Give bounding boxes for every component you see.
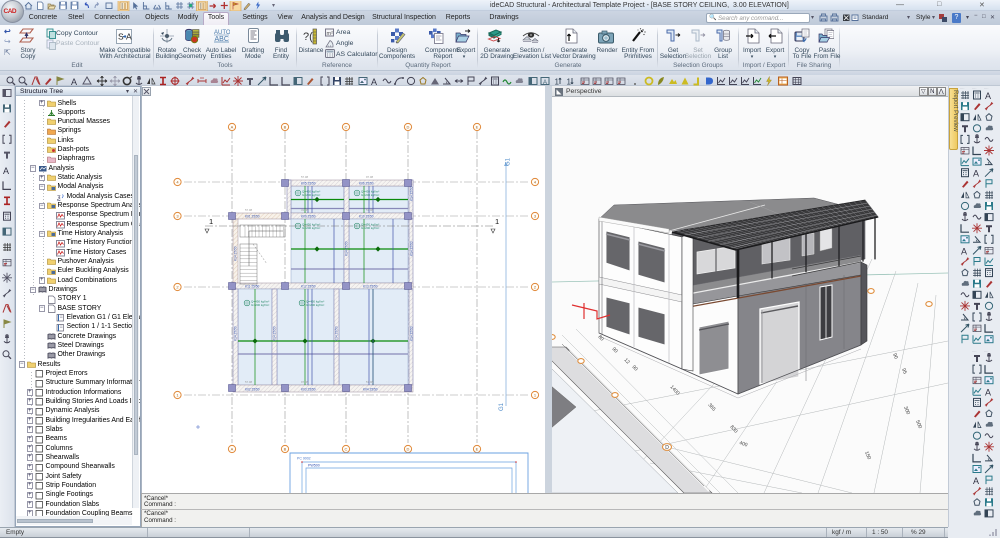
svg-text:B: B	[284, 125, 287, 130]
svg-text:K14 25/50: K14 25/50	[234, 326, 238, 341]
svg-text:57.08: 57.08	[366, 208, 373, 212]
svg-text:A: A	[985, 387, 991, 397]
svg-text:A: A	[71, 77, 77, 86]
svg-text:A: A	[126, 32, 132, 42]
svg-text:A: A	[985, 91, 991, 101]
svg-text:1400: 1400	[669, 384, 681, 396]
svg-text:90: 90	[611, 346, 619, 354]
svg-text:K13 25/50: K13 25/50	[363, 285, 378, 289]
svg-text:95: 95	[900, 368, 908, 376]
svg-text:m²: m²	[327, 31, 334, 37]
svg-text:G=200 kgf/m²: G=200 kgf/m²	[361, 193, 379, 197]
svg-text:C: C	[345, 125, 348, 130]
svg-text:G=200 kgf/m²: G=200 kgf/m²	[251, 303, 269, 307]
svg-text:90: 90	[631, 364, 639, 372]
svg-text:K04 25/50: K04 25/50	[363, 388, 378, 392]
svg-text:ƺ: ƺ	[57, 195, 61, 202]
svg-text:G=200 kgf/m²: G=200 kgf/m²	[302, 226, 320, 230]
svg-text:K14 25/50: K14 25/50	[410, 241, 414, 256]
svg-text:97.08: 97.08	[366, 175, 373, 179]
svg-text:B: B	[284, 447, 287, 452]
svg-text:A: A	[961, 246, 967, 256]
svg-text:K10 25/50: K10 25/50	[359, 215, 374, 219]
svg-text:D: D	[665, 445, 669, 451]
svg-text:365: 365	[707, 402, 717, 412]
svg-text:G=200 kgf/m²: G=200 kgf/m²	[306, 303, 324, 307]
svg-text:500: 500	[914, 420, 923, 430]
svg-text:K11 25/50: K11 25/50	[245, 285, 260, 289]
svg-text:12: 12	[623, 357, 631, 365]
svg-text:K14 25/50: K14 25/50	[335, 326, 339, 341]
svg-text:K14 25/50: K14 25/50	[410, 326, 414, 341]
svg-text:K14 25/50: K14 25/50	[273, 326, 277, 341]
svg-text:G1: G1	[499, 402, 505, 411]
svg-text:K14 25/50: K14 25/50	[345, 241, 349, 256]
svg-text:A: A	[231, 125, 234, 130]
svg-text:400: 400	[738, 440, 748, 448]
svg-text:1: 1	[495, 217, 499, 226]
svg-text:57.08: 57.08	[245, 380, 252, 384]
svg-text:C: C	[345, 447, 348, 452]
svg-text:A: A	[973, 476, 979, 486]
svg-text:57.08: 57.08	[301, 175, 308, 179]
svg-text:300: 300	[902, 406, 911, 416]
svg-text:A: A	[3, 166, 9, 176]
svg-text:D: D	[407, 447, 410, 452]
svg-text:A: A	[231, 447, 234, 452]
svg-text:80: 80	[597, 334, 605, 342]
svg-text:1: 1	[567, 78, 572, 87]
svg-text:G=200 kgf/m²: G=200 kgf/m²	[302, 193, 320, 197]
svg-text:K14 25/50: K14 25/50	[234, 246, 238, 261]
svg-text:?(: ?(	[303, 31, 313, 43]
svg-text:D: D	[407, 125, 410, 130]
svg-text:57.08: 57.08	[245, 208, 252, 212]
svg-text:97.08: 97.08	[301, 380, 308, 384]
svg-text:PW500: PW500	[308, 464, 320, 468]
svg-text:K06 25/50: K06 25/50	[359, 182, 374, 186]
svg-text:1: 1	[209, 217, 213, 226]
svg-text:90: 90	[891, 353, 899, 361]
svg-text:A: A	[371, 77, 377, 86]
svg-text:K05 25/50: K05 25/50	[301, 182, 316, 186]
svg-text:PC 9002: PC 9002	[297, 457, 311, 461]
svg-text:150: 150	[863, 451, 872, 461]
svg-text:A: A	[973, 169, 979, 179]
svg-text:K09 25/50: K09 25/50	[301, 215, 316, 219]
svg-text:K02 25/50: K02 25/50	[245, 388, 260, 392]
svg-text:K03 25/50: K03 25/50	[301, 388, 316, 392]
svg-text:K14 25/50: K14 25/50	[410, 186, 414, 201]
svg-text:G=200 kgf/m²: G=200 kgf/m²	[361, 226, 379, 230]
svg-text:1: 1	[555, 78, 560, 87]
svg-text:K12 25/50: K12 25/50	[301, 285, 316, 289]
svg-text:K01 25/50: K01 25/50	[245, 215, 260, 219]
svg-text:E: E	[476, 125, 479, 130]
svg-text:E: E	[476, 447, 479, 452]
svg-text:830: 830	[729, 424, 739, 434]
svg-text:31.08: 31.08	[301, 208, 308, 212]
svg-text:57.08: 57.08	[366, 380, 373, 384]
